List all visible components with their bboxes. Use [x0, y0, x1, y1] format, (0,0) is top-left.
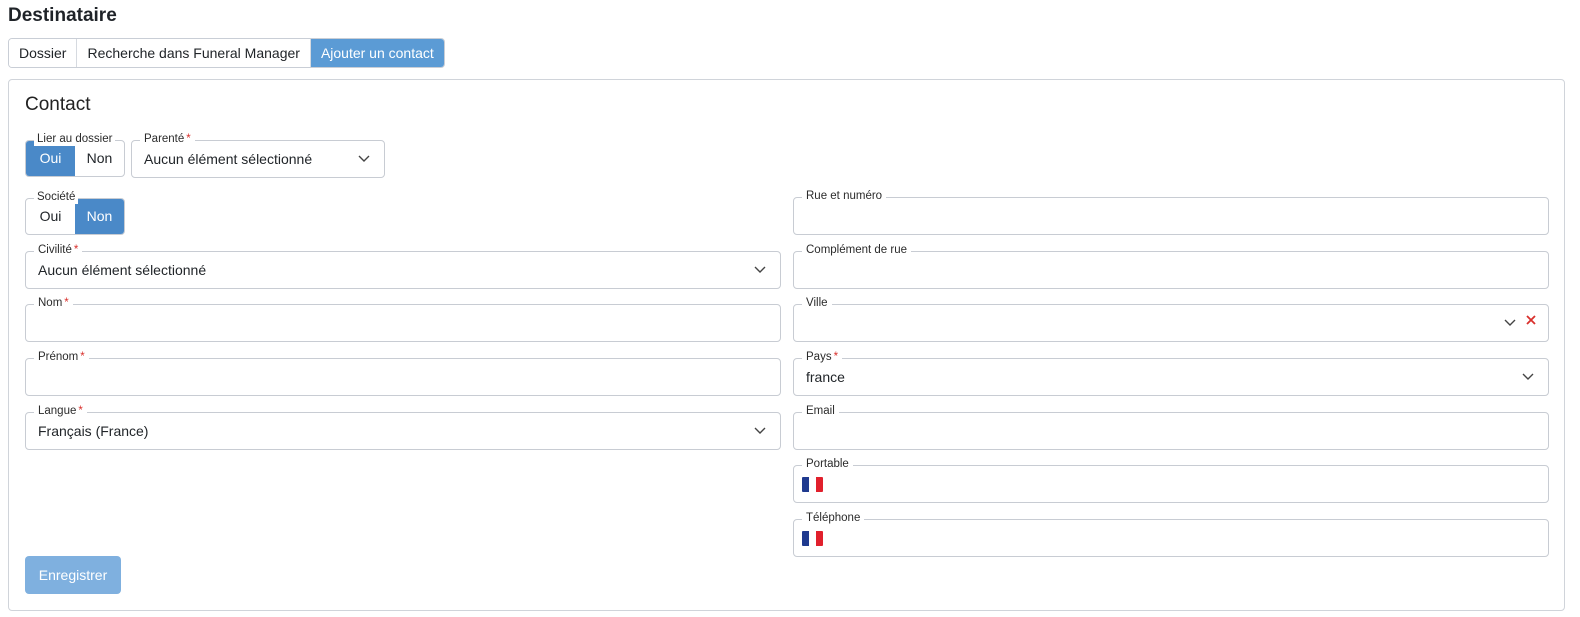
- civilite-select[interactable]: Civilité * Aucun élément sélectionné: [25, 243, 781, 289]
- chevron-down-icon: [754, 266, 766, 273]
- contact-card: Contact Lier au dossier Oui Non Parenté *…: [8, 79, 1565, 611]
- telephone-label: Téléphone: [802, 511, 865, 525]
- chevron-down-icon: [1522, 373, 1534, 380]
- rue-field[interactable]: Rue et numéro: [793, 189, 1549, 235]
- langue-value: Français (France): [38, 423, 149, 439]
- parente-label: Parenté *: [140, 132, 195, 146]
- chevron-down-icon: [754, 427, 766, 434]
- societe-toggle: Société Oui Non: [25, 190, 125, 235]
- tab-dossier[interactable]: Dossier: [9, 39, 78, 67]
- pays-select[interactable]: Pays * france: [793, 350, 1549, 396]
- tab-bar: Dossier Recherche dans Funeral Manager A…: [8, 38, 445, 68]
- nom-field[interactable]: Nom *: [25, 296, 781, 342]
- civilite-value: Aucun élément sélectionné: [38, 262, 207, 278]
- clear-icon[interactable]: [1524, 313, 1538, 327]
- parente-select[interactable]: Parenté * Aucun élément sélectionné: [131, 132, 385, 178]
- complement-rue-label: Complément de rue: [802, 243, 911, 257]
- prenom-label: Prénom *: [34, 350, 89, 364]
- portable-field[interactable]: Portable: [793, 457, 1549, 503]
- lier-au-dossier-oui-button[interactable]: Oui: [26, 141, 75, 176]
- chevron-down-icon: [1504, 319, 1516, 326]
- rue-label: Rue et numéro: [802, 189, 887, 203]
- lier-au-dossier-toggle: Lier au dossier Oui Non: [25, 132, 125, 177]
- tab-ajouter-contact[interactable]: Ajouter un contact: [310, 39, 444, 67]
- nom-label: Nom *: [34, 296, 73, 310]
- lier-au-dossier-label: Lier au dossier: [34, 132, 116, 146]
- societe-non-button[interactable]: Non: [75, 199, 124, 234]
- parente-value: Aucun élément sélectionné: [144, 151, 313, 167]
- langue-select[interactable]: Langue * Français (France): [25, 404, 781, 450]
- email-label: Email: [802, 404, 839, 418]
- save-button[interactable]: Enregistrer: [25, 556, 121, 594]
- pays-value: france: [806, 369, 845, 385]
- ville-label: Ville: [802, 296, 832, 310]
- fr-flag-icon[interactable]: [802, 477, 823, 492]
- prenom-field[interactable]: Prénom *: [25, 350, 781, 396]
- fr-flag-icon[interactable]: [802, 531, 823, 546]
- ville-select[interactable]: Ville: [793, 296, 1549, 342]
- telephone-field[interactable]: Téléphone: [793, 511, 1549, 557]
- civilite-label: Civilité *: [34, 243, 83, 257]
- required-marker: *: [78, 405, 83, 417]
- civilite-label-text: Civilité: [38, 244, 72, 256]
- pays-label-text: Pays: [806, 351, 832, 363]
- parente-label-text: Parenté: [144, 133, 185, 145]
- required-marker: *: [64, 297, 69, 309]
- chevron-down-icon: [358, 155, 370, 162]
- pays-label: Pays *: [802, 350, 843, 364]
- email-field[interactable]: Email: [793, 404, 1549, 450]
- langue-label-text: Langue: [38, 405, 77, 417]
- langue-label: Langue *: [34, 404, 87, 418]
- complement-rue-field[interactable]: Complément de rue: [793, 243, 1549, 289]
- page-title: Destinataire: [8, 5, 117, 26]
- societe-label: Société: [34, 190, 79, 204]
- prenom-label-text: Prénom: [38, 351, 79, 363]
- required-marker: *: [73, 244, 79, 256]
- nom-label-text: Nom: [38, 297, 63, 309]
- required-marker: *: [80, 351, 85, 363]
- required-marker: *: [833, 351, 839, 363]
- card-title: Contact: [25, 94, 91, 115]
- societe-oui-button[interactable]: Oui: [26, 199, 75, 234]
- tab-recherche-funeral-manager[interactable]: Recherche dans Funeral Manager: [77, 39, 311, 67]
- required-marker: *: [186, 133, 191, 145]
- lier-au-dossier-non-button[interactable]: Non: [75, 141, 124, 176]
- portable-label: Portable: [802, 457, 853, 471]
